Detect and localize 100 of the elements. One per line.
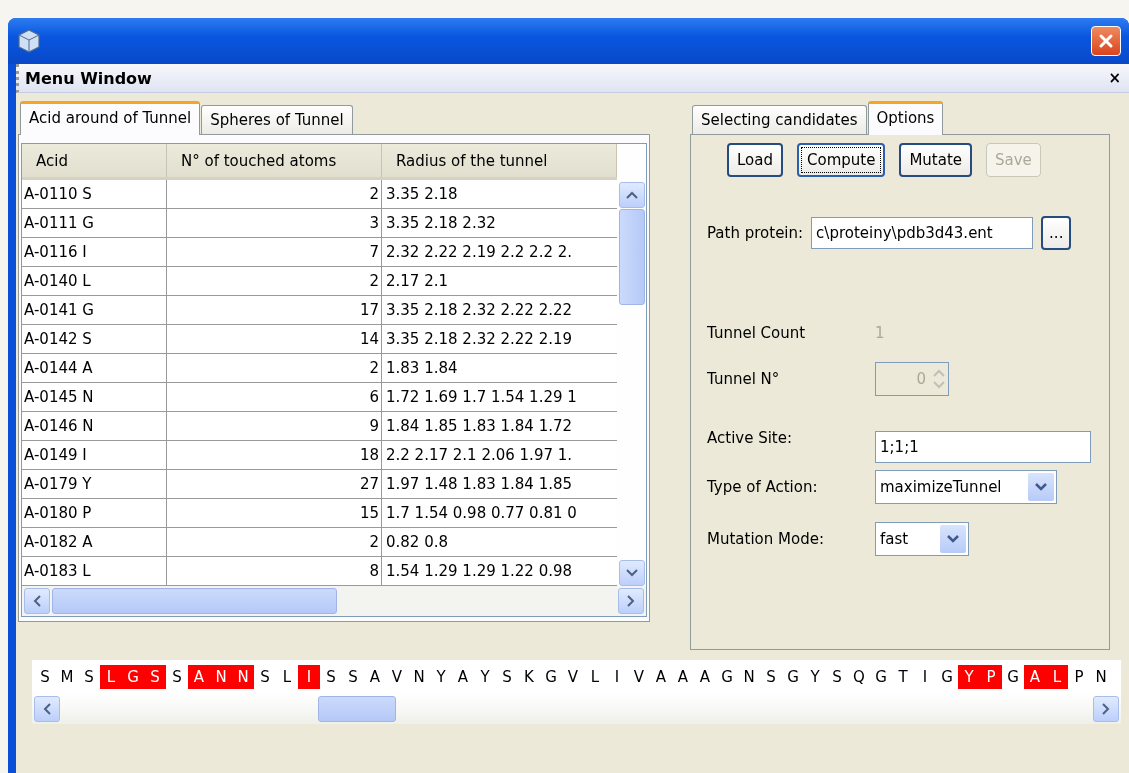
scroll-thumb[interactable] — [52, 588, 337, 614]
table-cell-text: 1.97 1.48 1.83 1.84 1.85 — [385, 474, 574, 495]
tab[interactable]: Options — [867, 101, 944, 135]
scroll-right-button[interactable] — [618, 588, 644, 614]
residue: A — [456, 667, 470, 688]
table-cell: A-0144 A — [22, 354, 167, 382]
residue: N — [210, 665, 232, 689]
residue: A — [676, 667, 690, 688]
scroll-thumb[interactable] — [318, 696, 396, 722]
residue: M — [59, 667, 75, 688]
table-cell-text: 1.72 1.69 1.7 1.54 1.29 1 — [385, 387, 578, 408]
horizontal-scrollbar[interactable] — [32, 694, 1121, 724]
table-cell: 6 — [167, 383, 382, 411]
table-cell: 8 — [167, 557, 382, 585]
scroll-left-button[interactable] — [24, 588, 50, 614]
residue: S — [259, 667, 271, 688]
residue: N — [742, 667, 756, 688]
residue: K — [523, 667, 535, 688]
residue: G — [940, 667, 954, 688]
table-cell: 17 — [167, 296, 382, 324]
table-cell-text: 3.35 2.18 2.32 2.22 2.22 — [385, 300, 574, 321]
chevron-up-icon — [625, 191, 638, 199]
panel-close-button[interactable]: × — [1108, 69, 1121, 87]
close-button[interactable] — [1091, 26, 1121, 56]
tunnel-count-value: 1 — [875, 324, 885, 342]
column-header[interactable]: Acid — [22, 144, 167, 177]
table-cell-text: 3.35 2.18 2.32 2.22 2.19 — [385, 329, 574, 350]
table-cell: A-0146 N — [22, 412, 167, 440]
residue: V — [566, 667, 580, 688]
residue: G — [786, 667, 800, 688]
action-button[interactable]: Load — [727, 143, 783, 177]
panel-title: Menu Window — [25, 68, 152, 88]
residue: V — [632, 667, 646, 688]
residue: I — [613, 667, 621, 688]
path-field[interactable]: c\proteiny\pdb3d43.ent — [811, 217, 1034, 249]
residue: Y — [958, 665, 980, 689]
table-cell-text: 0.82 0.8 — [385, 532, 450, 553]
residue: I — [298, 665, 320, 689]
table-cell-text: 2.2 2.17 2.1 2.06 1.97 1. — [385, 445, 574, 466]
residue: G — [544, 667, 558, 688]
chevron-right-icon — [1102, 703, 1110, 715]
residue: P — [1073, 667, 1085, 688]
residue: S — [39, 667, 51, 688]
scroll-left-button[interactable] — [34, 696, 60, 722]
field-label: Mutation Mode: — [707, 530, 825, 548]
mode-dropdown[interactable]: fast — [875, 522, 969, 556]
table-cell: A-0182 A — [22, 528, 167, 556]
residue: Y — [479, 667, 491, 688]
table-cell: 3 — [167, 209, 382, 237]
residue: L — [281, 667, 293, 688]
residue: S — [501, 667, 513, 688]
residue: Y — [435, 667, 447, 688]
action-button[interactable]: Mutate — [899, 143, 973, 177]
action-button[interactable]: Compute — [797, 143, 886, 177]
table-cell: 2 — [167, 267, 382, 295]
field-label: Active Site: — [707, 429, 794, 447]
table-cell: 14 — [167, 325, 382, 353]
table-cell: A-0110 S — [22, 180, 167, 208]
residue: Q — [852, 667, 866, 688]
column-header[interactable]: N° of touched atoms — [167, 144, 382, 177]
browse-button[interactable]: ... — [1041, 216, 1072, 250]
table-cell: A-0183 L — [22, 557, 167, 585]
residue: S — [765, 667, 777, 688]
table-cell: 2 — [167, 528, 382, 556]
scroll-up-button[interactable] — [618, 182, 645, 208]
residue: A — [188, 665, 210, 689]
table-cell: 2 — [167, 354, 382, 382]
residue: N — [232, 665, 254, 689]
table-cell-text: 1.84 1.85 1.83 1.84 1.72 — [385, 416, 574, 437]
chevron-down-icon — [625, 569, 638, 577]
cube-icon — [18, 29, 40, 53]
residue: S — [347, 667, 359, 688]
residue: S — [144, 665, 166, 689]
table-cell: A-0180 P — [22, 499, 167, 527]
action-dropdown[interactable]: maximizeTunnel — [875, 470, 1057, 504]
residue: G — [874, 667, 888, 688]
residue: V — [390, 667, 404, 688]
chevron-left-icon — [43, 703, 51, 715]
field-label: Path protein: — [707, 224, 804, 242]
scroll-right-button[interactable] — [1093, 696, 1119, 722]
table-cell: A-0111 G — [22, 209, 167, 237]
residue: G — [122, 665, 144, 689]
residue: N — [1094, 667, 1108, 688]
tab[interactable]: Acid around of Tunnel — [20, 101, 201, 135]
scroll-down-button[interactable] — [618, 560, 645, 586]
residue: A — [1024, 665, 1046, 689]
table-cell: A-0145 N — [22, 383, 167, 411]
table-cell-text: 3.35 2.18 — [385, 184, 459, 205]
residue: S — [831, 667, 843, 688]
close-icon — [1098, 33, 1114, 49]
table-cell: 9 — [167, 412, 382, 440]
table-cell-text: 3.35 2.18 2.32 — [385, 213, 497, 234]
active-site-field[interactable]: 1;1;1 — [875, 431, 1091, 463]
table-cell-text: 1.7 1.54 0.98 0.77 0.81 0 — [385, 503, 578, 524]
scroll-thumb[interactable] — [618, 209, 645, 305]
residue: L — [589, 667, 601, 688]
tab[interactable]: Spheres of Tunnel — [201, 105, 353, 134]
table-cell: A-0149 I — [22, 441, 167, 469]
tab[interactable]: Selecting candidates — [692, 105, 867, 134]
horizontal-scrollbar[interactable] — [21, 586, 647, 617]
